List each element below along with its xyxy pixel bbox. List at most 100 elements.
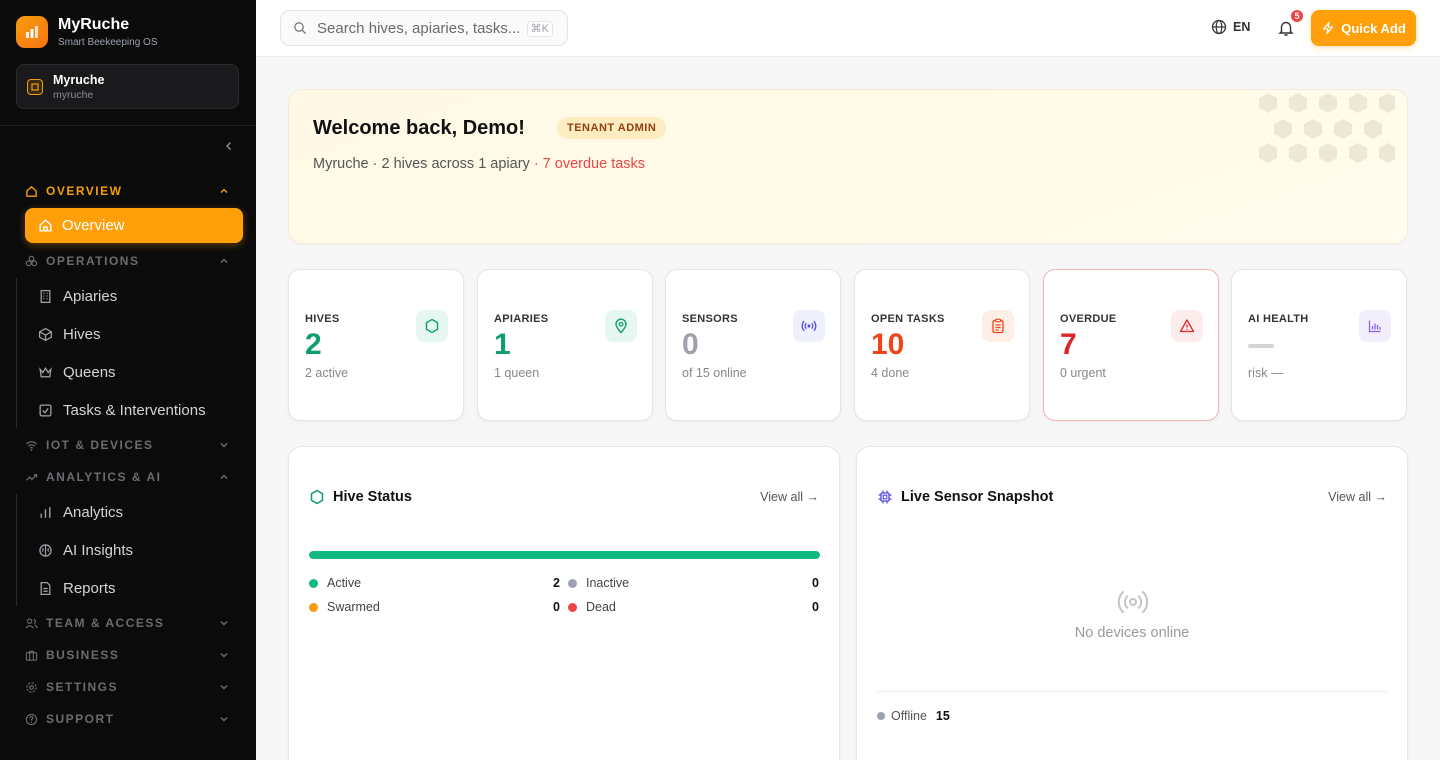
legend-dot <box>568 578 577 588</box>
users-icon <box>24 616 38 630</box>
legend-swarmed: Swarmed <box>309 600 380 614</box>
briefcase-icon <box>24 648 38 662</box>
chevron-down-icon <box>220 717 228 722</box>
sidebar-item-hives[interactable]: Hives <box>37 322 101 346</box>
legend-label: Active <box>327 576 362 590</box>
stat-card-hives[interactable]: HIVES 2 2 active <box>288 269 464 421</box>
sidebar-item-label: Overview <box>62 217 125 234</box>
radio-icon <box>793 310 825 342</box>
hive-status-panel: Hive Status View all → Active 2 Inactive… <box>288 446 840 760</box>
brand[interactable]: MyRuche Smart Beekeeping OS <box>16 16 158 48</box>
gear-icon <box>24 680 38 694</box>
chevron-up-icon <box>220 474 228 479</box>
offline-dot <box>877 712 885 720</box>
sidebar-item-apiaries[interactable]: Apiaries <box>37 284 117 308</box>
stat-sub: 1 queen <box>494 366 540 380</box>
search-box[interactable]: ⌘K <box>280 10 568 46</box>
sidebar-item-label: Analytics <box>63 503 124 521</box>
section-iot[interactable]: IOT & DEVICES <box>24 436 238 454</box>
check-square-icon <box>37 402 53 418</box>
tenant-switcher[interactable]: Myruche myruche <box>16 64 239 109</box>
stat-value: 0 <box>682 328 699 361</box>
panel-title: Live Sensor Snapshot <box>877 489 1053 505</box>
section-label: BUSINESS <box>46 648 120 662</box>
section-overview[interactable]: OVERVIEW <box>24 182 238 200</box>
legend-dot <box>309 578 318 588</box>
honeycomb-decoration <box>1259 93 1395 163</box>
overdue-link[interactable]: · 7 overdue tasks <box>534 156 645 172</box>
stat-card-open-tasks[interactable]: OPEN TASKS 10 4 done <box>854 269 1030 421</box>
language-switcher[interactable]: EN <box>1211 19 1250 35</box>
sidebar-divider <box>0 125 256 126</box>
chevron-down-icon <box>220 653 228 658</box>
panel-divider <box>877 691 1387 692</box>
logo-icon <box>16 16 48 48</box>
file-text-icon <box>37 580 53 596</box>
chevron-down-icon <box>220 443 228 448</box>
collapse-sidebar-button[interactable] <box>222 139 236 153</box>
section-analytics[interactable]: ANALYTICS & AI <box>24 468 238 486</box>
search-input[interactable] <box>317 19 522 37</box>
quick-add-label: Quick Add <box>1341 20 1406 36</box>
topbar: ⌘K EN 5 Quick Add <box>256 0 1440 57</box>
stat-label: APIARIES <box>494 313 549 325</box>
active-fill <box>309 551 820 559</box>
brain-icon <box>37 542 53 558</box>
hexagon-icon <box>416 310 448 342</box>
zap-icon <box>1323 21 1334 35</box>
sidebar-item-reports[interactable]: Reports <box>37 576 116 600</box>
stat-label: SENSORS <box>682 313 738 325</box>
sidebar-item-label: Reports <box>63 579 116 597</box>
stat-label: OVERDUE <box>1060 313 1117 325</box>
stat-sub: of 15 online <box>682 366 747 380</box>
home-icon <box>38 218 54 234</box>
welcome-title: Welcome back, Demo! <box>313 117 525 139</box>
hexagon-icon <box>310 489 324 505</box>
sidebar-item-ai-insights[interactable]: AI Insights <box>37 538 133 562</box>
panel-title-text: Hive Status <box>333 489 412 505</box>
view-all-hives-link[interactable]: View all → <box>760 490 819 504</box>
map-pin-icon <box>605 310 637 342</box>
help-circle-icon <box>24 712 38 726</box>
sensor-snapshot-panel: Live Sensor Snapshot View all → No devic… <box>856 446 1408 760</box>
section-label: ANALYTICS & AI <box>46 470 162 484</box>
quick-add-button[interactable]: Quick Add <box>1311 10 1416 46</box>
alert-triangle-icon <box>1171 310 1203 342</box>
stat-label: OPEN TASKS <box>871 313 945 325</box>
section-team-access[interactable]: TEAM & ACCESS <box>24 614 238 632</box>
language-label: EN <box>1233 20 1251 34</box>
stat-card-overdue[interactable]: OVERDUE 7 0 urgent <box>1043 269 1219 421</box>
section-label: TEAM & ACCESS <box>46 616 165 630</box>
building-icon <box>27 78 43 95</box>
section-business[interactable]: BUSINESS <box>24 646 238 664</box>
brand-name: MyRuche <box>58 16 130 33</box>
sidebar: MyRuche Smart Beekeeping OS Myruche myru… <box>0 0 256 760</box>
view-all-sensors-link[interactable]: View all → <box>1328 490 1387 504</box>
sidebar-item-analytics[interactable]: Analytics <box>37 500 123 524</box>
search-shortcut: ⌘K <box>526 21 553 37</box>
globe-icon <box>1211 19 1227 35</box>
chevron-down-icon <box>220 621 228 626</box>
section-support[interactable]: SUPPORT <box>24 710 238 728</box>
legend-count: 0 <box>812 600 819 614</box>
sidebar-item-overview[interactable]: Overview <box>25 208 243 243</box>
stat-card-apiaries[interactable]: APIARIES 1 1 queen <box>477 269 653 421</box>
welcome-banner: Welcome back, Demo! TENANT ADMIN Myruche… <box>288 89 1408 244</box>
offline-summary: Offline 15 <box>877 709 950 723</box>
sidebar-item-label: Tasks & Interventions <box>63 401 206 419</box>
stat-card-sensors[interactable]: SENSORS 0 of 15 online <box>665 269 841 421</box>
stat-value: 1 <box>494 328 511 361</box>
stat-card-ai-health[interactable]: AI HEALTH risk — <box>1231 269 1407 421</box>
legend-dot <box>568 602 577 612</box>
section-label: OVERVIEW <box>46 184 123 198</box>
legend-count: 0 <box>812 576 819 590</box>
sidebar-item-queens[interactable]: Queens <box>37 360 116 384</box>
empty-state-text: No devices online <box>1074 625 1190 641</box>
summary-text: Myruche · 2 hives across 1 apiary <box>313 156 530 172</box>
sidebar-item-label: AI Insights <box>63 541 134 559</box>
sidebar-item-tasks[interactable]: Tasks & Interventions <box>37 398 206 422</box>
section-operations[interactable]: OPERATIONS <box>24 252 238 270</box>
section-settings[interactable]: SETTINGS <box>24 678 238 696</box>
stat-sub: 2 active <box>305 366 349 380</box>
trending-up-icon <box>24 470 38 484</box>
